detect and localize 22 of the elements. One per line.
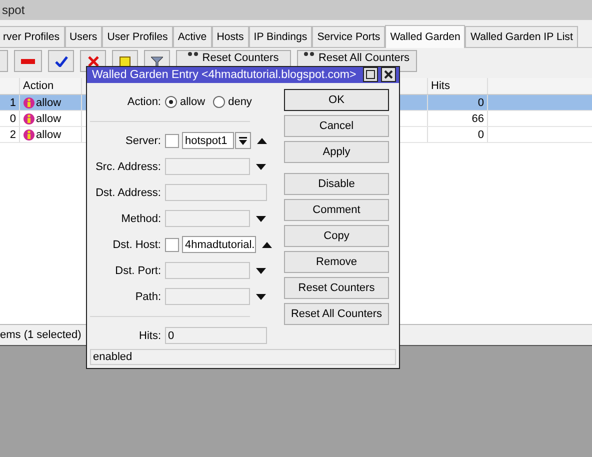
- table-cell: 0: [10, 112, 16, 124]
- table-cell: allow: [36, 112, 62, 124]
- table-cell: allow: [36, 96, 62, 108]
- table-cell: 1: [10, 96, 16, 108]
- table-cell: 0: [478, 96, 484, 108]
- field-label: Dst. Host:: [112, 238, 162, 251]
- table-cell: 0: [478, 128, 484, 140]
- field-label: Path:: [134, 290, 162, 303]
- status-text: ems (1 selected): [0, 329, 82, 341]
- field-label: Action:: [126, 96, 162, 108]
- field-label: Method:: [120, 212, 162, 225]
- field-label: Dst. Address:: [94, 186, 162, 199]
- table-cell: allow: [36, 128, 62, 140]
- input-field: 0: [165, 327, 267, 344]
- window-title: spot: [2, 3, 25, 17]
- table-cell: 2: [10, 128, 16, 140]
- table-cell: 66: [472, 112, 484, 124]
- status-text: enabled: [93, 350, 132, 363]
- field-label: Hits:: [138, 330, 162, 342]
- field-label: Dst. Port:: [114, 264, 162, 277]
- field-label: Src. Address:: [94, 160, 162, 173]
- field-label: Server:: [124, 134, 162, 147]
